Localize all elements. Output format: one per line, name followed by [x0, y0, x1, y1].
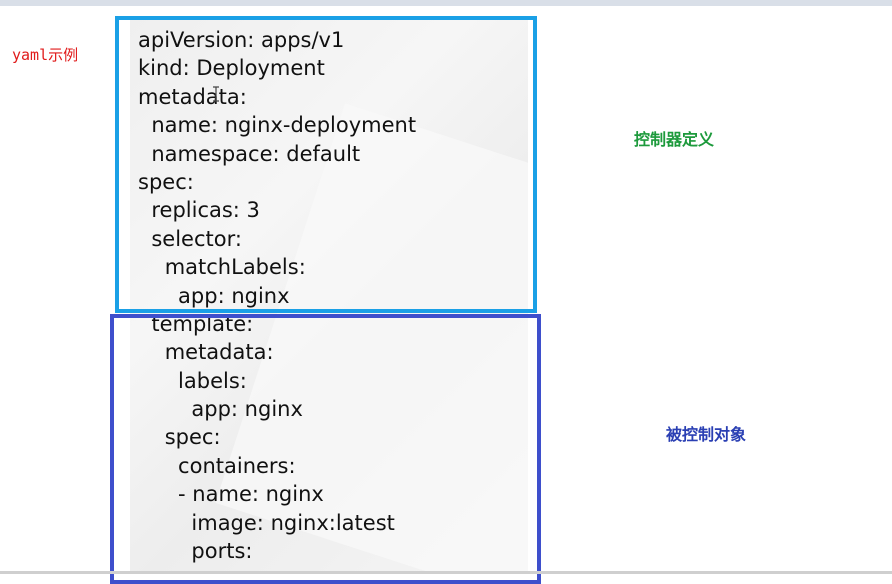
controlled-object-label: 被控制对象: [666, 425, 747, 444]
controller-definition-label: 控制器定义: [634, 130, 715, 149]
controlled-object-box: [110, 314, 541, 584]
text-cursor-icon: [213, 86, 219, 102]
controller-definition-box: [115, 16, 537, 313]
yaml-example-label: yaml示例: [12, 46, 79, 64]
top-strip: [0, 0, 892, 6]
